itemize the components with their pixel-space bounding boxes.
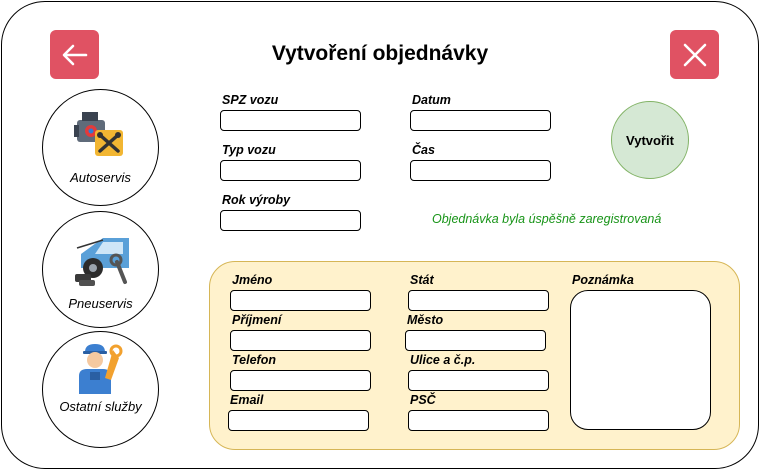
prijmeni-label: Příjmení <box>232 313 282 327</box>
service-pneuservis[interactable]: Pneuservis <box>42 211 159 328</box>
jmeno-label: Jméno <box>232 273 273 287</box>
psc-label: PSČ <box>410 393 436 407</box>
email-input[interactable] <box>228 410 369 431</box>
prijmeni-input[interactable] <box>230 330 371 351</box>
telefon-label: Telefon <box>232 353 276 367</box>
telefon-input[interactable] <box>230 370 371 391</box>
service-label: Pneuservis <box>68 296 133 311</box>
create-button[interactable]: Vytvořit <box>611 101 689 179</box>
typ-vozu-label: Typ vozu <box>222 143 276 157</box>
email-label: Email <box>230 393 264 407</box>
mesto-label: Město <box>407 313 444 327</box>
back-button[interactable] <box>50 30 99 79</box>
service-label: Ostatní služby <box>59 399 142 414</box>
service-ostatni-sluzby[interactable]: Ostatní služby <box>42 331 159 448</box>
ulice-input[interactable] <box>408 370 549 391</box>
cas-input[interactable] <box>410 160 551 181</box>
car-tire-service-icon <box>75 238 129 286</box>
spz-label: SPZ vozu <box>222 93 279 107</box>
poznamka-textarea[interactable] <box>570 290 711 430</box>
stat-input[interactable] <box>408 290 549 311</box>
engine-tools-icon <box>74 112 123 156</box>
mechanic-icon <box>79 344 123 394</box>
rok-vyroby-input[interactable] <box>220 210 361 231</box>
success-message: Objednávka byla úspěšně zaregistrovaná <box>432 212 662 226</box>
datum-label: Datum <box>412 93 451 107</box>
arrow-left-icon <box>62 44 87 65</box>
spz-input[interactable] <box>220 110 361 131</box>
psc-input[interactable] <box>408 410 549 431</box>
service-autoservis[interactable]: Autoservis <box>42 89 159 206</box>
service-label: Autoservis <box>70 170 131 185</box>
typ-vozu-input[interactable] <box>220 160 361 181</box>
cas-label: Čas <box>412 143 435 157</box>
poznamka-label: Poznámka <box>572 273 634 287</box>
ulice-label: Ulice a č.p. <box>410 353 476 367</box>
jmeno-input[interactable] <box>230 290 371 311</box>
close-button[interactable] <box>670 30 719 79</box>
mesto-input[interactable] <box>405 330 546 351</box>
rok-vyroby-label: Rok výroby <box>222 193 291 207</box>
stat-label: Stát <box>410 273 434 287</box>
datum-input[interactable] <box>410 110 551 131</box>
close-icon <box>683 43 706 66</box>
page-title: Vytvoření objednávky <box>271 42 489 65</box>
